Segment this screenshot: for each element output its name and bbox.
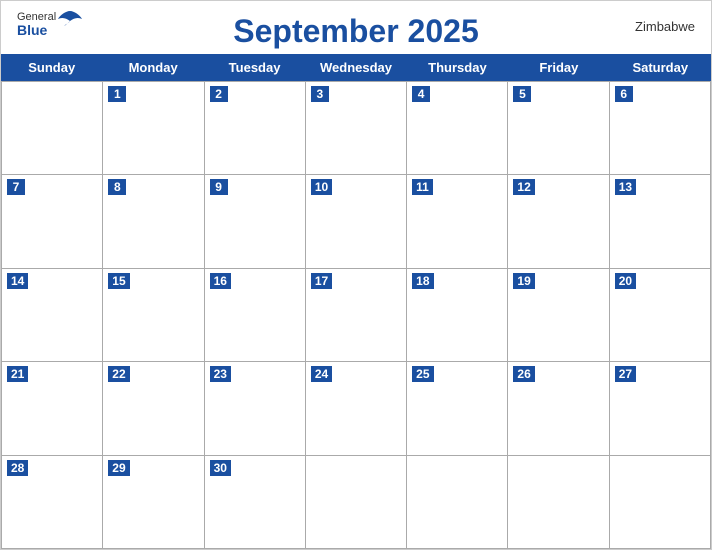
day-cell-10: 10: [306, 175, 407, 268]
day-cell-27: 27: [610, 362, 711, 455]
empty-day-cell: [2, 82, 103, 175]
day-number: 28: [7, 460, 28, 476]
day-number: 2: [210, 86, 228, 102]
country-label: Zimbabwe: [635, 19, 695, 34]
day-cell-29: 29: [103, 456, 204, 549]
day-cell-25: 25: [407, 362, 508, 455]
day-cell-26: 26: [508, 362, 609, 455]
day-cell-18: 18: [407, 269, 508, 362]
day-number: 11: [412, 179, 433, 195]
day-cell-15: 15: [103, 269, 204, 362]
day-number: 13: [615, 179, 636, 195]
day-cell-3: 3: [306, 82, 407, 175]
day-cell-20: 20: [610, 269, 711, 362]
day-number: 4: [412, 86, 430, 102]
day-number: 22: [108, 366, 129, 382]
empty-day-cell: [407, 456, 508, 549]
logo-bird-icon: [56, 9, 84, 27]
day-number: 10: [311, 179, 332, 195]
day-cell-16: 16: [205, 269, 306, 362]
day-header-friday: Friday: [508, 54, 609, 81]
header: General Blue September 2025 Zimbabwe: [1, 1, 711, 54]
calendar-container: General Blue September 2025 Zimbabwe Sun…: [0, 0, 712, 550]
day-cell-2: 2: [205, 82, 306, 175]
day-cell-4: 4: [407, 82, 508, 175]
day-header-sunday: Sunday: [1, 54, 102, 81]
days-header: SundayMondayTuesdayWednesdayThursdayFrid…: [1, 54, 711, 81]
day-cell-1: 1: [103, 82, 204, 175]
day-cell-8: 8: [103, 175, 204, 268]
empty-day-cell: [306, 456, 407, 549]
day-cell-9: 9: [205, 175, 306, 268]
day-number: 3: [311, 86, 329, 102]
day-number: 21: [7, 366, 28, 382]
day-header-thursday: Thursday: [407, 54, 508, 81]
day-number: 24: [311, 366, 332, 382]
day-number: 18: [412, 273, 433, 289]
day-number: 27: [615, 366, 636, 382]
day-header-saturday: Saturday: [610, 54, 711, 81]
day-cell-6: 6: [610, 82, 711, 175]
day-cell-30: 30: [205, 456, 306, 549]
day-cell-23: 23: [205, 362, 306, 455]
month-title: September 2025: [233, 13, 478, 50]
day-number: 16: [210, 273, 231, 289]
day-number: 19: [513, 273, 534, 289]
day-number: 23: [210, 366, 231, 382]
day-number: 15: [108, 273, 129, 289]
day-number: 25: [412, 366, 433, 382]
day-header-monday: Monday: [102, 54, 203, 81]
day-number: 7: [7, 179, 25, 195]
day-number: 17: [311, 273, 332, 289]
day-cell-11: 11: [407, 175, 508, 268]
day-number: 9: [210, 179, 228, 195]
empty-day-cell: [610, 456, 711, 549]
day-number: 5: [513, 86, 531, 102]
logo: General Blue: [17, 11, 84, 37]
day-cell-12: 12: [508, 175, 609, 268]
day-cell-14: 14: [2, 269, 103, 362]
day-cell-22: 22: [103, 362, 204, 455]
day-number: 30: [210, 460, 231, 476]
day-number: 14: [7, 273, 28, 289]
day-number: 6: [615, 86, 633, 102]
day-cell-13: 13: [610, 175, 711, 268]
day-cell-5: 5: [508, 82, 609, 175]
day-header-tuesday: Tuesday: [204, 54, 305, 81]
day-cell-28: 28: [2, 456, 103, 549]
calendar-grid: 1234567891011121314151617181920212223242…: [1, 81, 711, 549]
day-cell-17: 17: [306, 269, 407, 362]
day-number: 12: [513, 179, 534, 195]
day-header-wednesday: Wednesday: [305, 54, 406, 81]
day-cell-7: 7: [2, 175, 103, 268]
day-cell-19: 19: [508, 269, 609, 362]
empty-day-cell: [508, 456, 609, 549]
day-cell-24: 24: [306, 362, 407, 455]
day-number: 1: [108, 86, 126, 102]
day-number: 26: [513, 366, 534, 382]
logo-blue-text: Blue: [17, 23, 56, 37]
day-number: 20: [615, 273, 636, 289]
day-number: 29: [108, 460, 129, 476]
day-number: 8: [108, 179, 126, 195]
day-cell-21: 21: [2, 362, 103, 455]
